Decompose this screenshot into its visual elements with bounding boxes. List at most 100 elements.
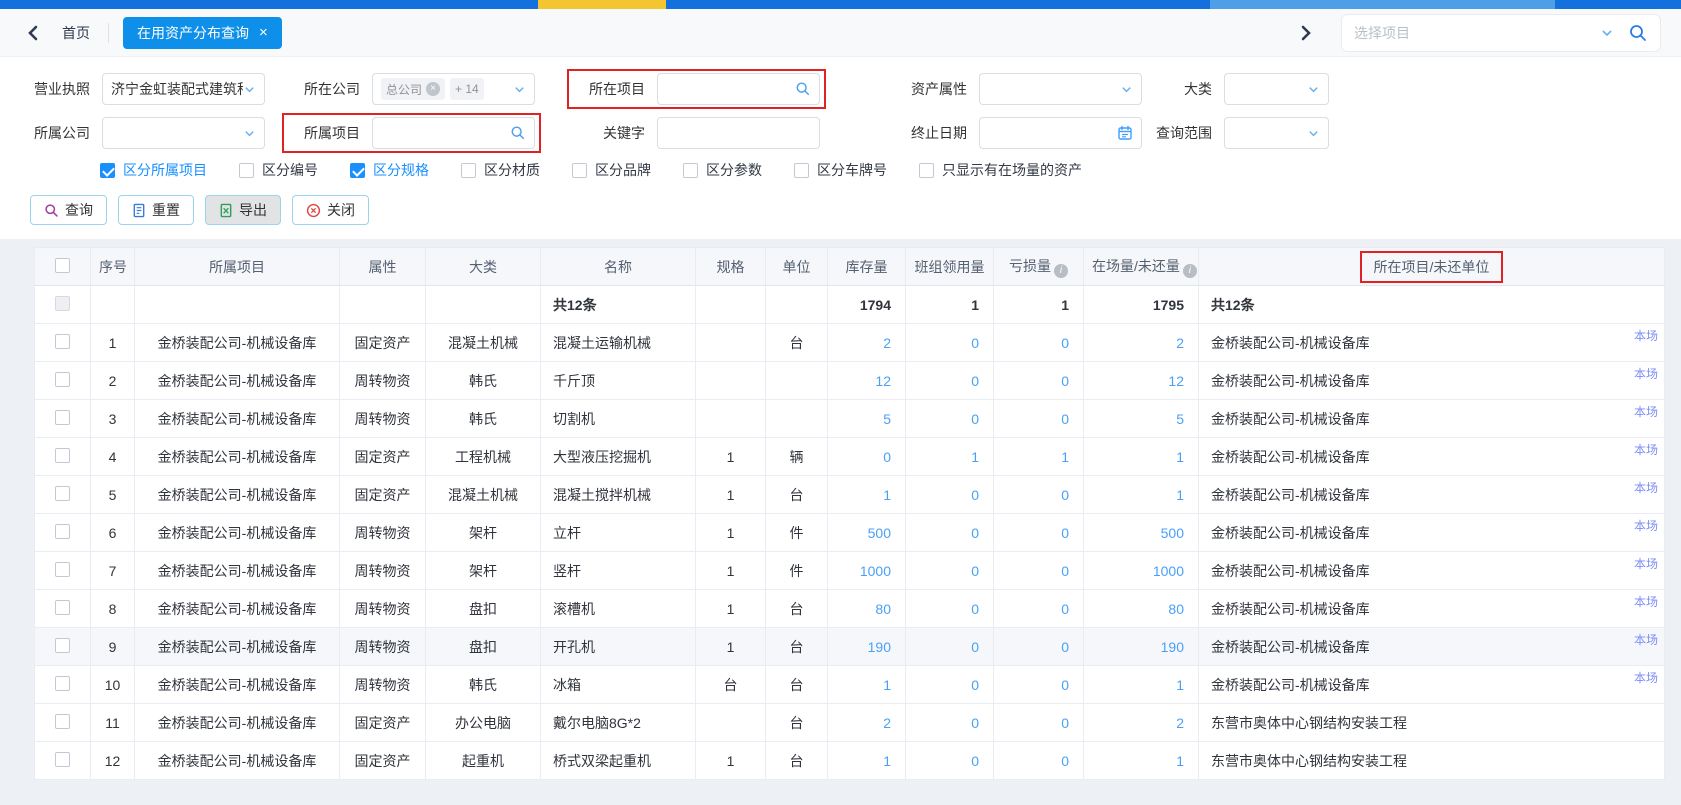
cell-team-usage[interactable]: 0	[906, 362, 994, 400]
cell-team-usage[interactable]: 0	[906, 666, 994, 704]
major-category-select[interactable]	[1224, 73, 1329, 105]
cell-onsite[interactable]: 1	[1084, 666, 1199, 704]
keyword-field[interactable]	[657, 117, 820, 149]
reset-button[interactable]: 重置	[118, 195, 194, 225]
search-icon[interactable]	[795, 81, 811, 97]
cell-loss[interactable]: 0	[994, 400, 1084, 438]
cell-onsite[interactable]: 2	[1084, 704, 1199, 742]
cell-team-usage[interactable]: 0	[906, 400, 994, 438]
owning-project-input[interactable]	[381, 125, 510, 141]
cell-onsite[interactable]: 500	[1084, 514, 1199, 552]
cell-stock[interactable]: 1	[828, 666, 906, 704]
cell-onsite[interactable]: 5	[1084, 400, 1199, 438]
checkbox-box-icon[interactable]	[350, 163, 365, 178]
cell-team-usage[interactable]: 0	[906, 742, 994, 780]
cell-onsite[interactable]: 2	[1084, 324, 1199, 362]
row-checkbox[interactable]	[55, 638, 70, 653]
site-link[interactable]: 本场	[1634, 479, 1658, 496]
cell-stock[interactable]: 1	[828, 742, 906, 780]
current-project-input[interactable]	[666, 81, 795, 97]
cell-loss[interactable]: 0	[994, 476, 1084, 514]
tab-close-icon[interactable]: ×	[259, 25, 268, 40]
cell-stock[interactable]: 2	[828, 324, 906, 362]
site-link[interactable]: 本场	[1634, 365, 1658, 382]
query-button[interactable]: 查询	[30, 195, 107, 225]
cell-onsite[interactable]: 1000	[1084, 552, 1199, 590]
asset-attribute-select[interactable]	[979, 73, 1142, 105]
checkbox-box-icon[interactable]	[683, 163, 698, 178]
checkbox-box-icon[interactable]	[572, 163, 587, 178]
filter-checkbox[interactable]: 区分材质	[461, 160, 540, 180]
filter-checkbox[interactable]: 区分编号	[239, 160, 318, 180]
current-project-search[interactable]	[657, 73, 820, 105]
cell-stock[interactable]: 500	[828, 514, 906, 552]
calendar-icon[interactable]	[1117, 125, 1133, 141]
row-checkbox[interactable]	[55, 600, 70, 615]
cell-onsite[interactable]: 12	[1084, 362, 1199, 400]
business-license-select[interactable]: 济宁金虹装配式建筑科技	[102, 73, 265, 105]
row-checkbox[interactable]	[55, 524, 70, 539]
filter-checkbox[interactable]: 区分参数	[683, 160, 762, 180]
cell-team-usage[interactable]: 0	[906, 552, 994, 590]
row-checkbox[interactable]	[55, 410, 70, 425]
cell-loss[interactable]: 0	[994, 552, 1084, 590]
cell-stock[interactable]: 80	[828, 590, 906, 628]
cell-stock[interactable]: 1	[828, 476, 906, 514]
cell-team-usage[interactable]: 0	[906, 514, 994, 552]
checkbox-box-icon[interactable]	[100, 163, 115, 178]
tag-remove-icon[interactable]: ×	[426, 82, 440, 96]
cell-loss[interactable]: 0	[994, 590, 1084, 628]
site-link[interactable]: 本场	[1634, 631, 1658, 648]
filter-checkbox[interactable]: 区分所属项目	[100, 160, 207, 180]
site-link[interactable]: 本场	[1634, 555, 1658, 572]
export-button[interactable]: 导出	[205, 195, 281, 225]
cell-team-usage[interactable]: 1	[906, 438, 994, 476]
cell-onsite[interactable]: 1	[1084, 438, 1199, 476]
site-link[interactable]: 本场	[1634, 441, 1658, 458]
keyword-input[interactable]	[666, 125, 811, 141]
row-checkbox[interactable]	[55, 486, 70, 501]
row-checkbox[interactable]	[55, 334, 70, 349]
cell-loss[interactable]: 1	[994, 438, 1084, 476]
info-icon[interactable]: i	[1054, 264, 1068, 278]
cell-loss[interactable]: 0	[994, 742, 1084, 780]
checkbox-box-icon[interactable]	[794, 163, 809, 178]
close-button[interactable]: 关闭	[292, 195, 369, 225]
cell-onsite[interactable]: 80	[1084, 590, 1199, 628]
chevron-down-icon[interactable]	[1600, 26, 1614, 40]
checkbox-box-icon[interactable]	[461, 163, 476, 178]
end-date-input[interactable]	[988, 125, 1117, 141]
filter-checkbox[interactable]: 区分规格	[350, 160, 429, 180]
cell-loss[interactable]: 0	[994, 324, 1084, 362]
cell-stock[interactable]: 1000	[828, 552, 906, 590]
cell-stock[interactable]: 2	[828, 704, 906, 742]
cell-loss[interactable]: 0	[994, 704, 1084, 742]
site-link[interactable]: 本场	[1634, 669, 1658, 686]
site-link[interactable]: 本场	[1634, 593, 1658, 610]
info-icon[interactable]: i	[1183, 264, 1197, 278]
cell-stock[interactable]: 190	[828, 628, 906, 666]
checkbox-box-icon[interactable]	[239, 163, 254, 178]
end-date-field[interactable]	[979, 117, 1142, 149]
cell-team-usage[interactable]: 0	[906, 628, 994, 666]
row-checkbox[interactable]	[55, 448, 70, 463]
forward-chevron-icon[interactable]	[1293, 20, 1319, 46]
cell-team-usage[interactable]: 0	[906, 704, 994, 742]
checkbox-box-icon[interactable]	[919, 163, 934, 178]
row-checkbox[interactable]	[55, 676, 70, 691]
row-checkbox[interactable]	[55, 752, 70, 767]
cell-team-usage[interactable]: 0	[906, 590, 994, 628]
cell-team-usage[interactable]: 0	[906, 476, 994, 514]
filter-checkbox[interactable]: 只显示有在场量的资产	[919, 160, 1082, 180]
owning-project-search[interactable]	[372, 117, 535, 149]
owning-company-select[interactable]	[102, 117, 265, 149]
cell-loss[interactable]: 0	[994, 628, 1084, 666]
tab-active[interactable]: 在用资产分布查询 ×	[123, 17, 282, 49]
filter-checkbox[interactable]: 区分品牌	[572, 160, 651, 180]
row-checkbox[interactable]	[55, 562, 70, 577]
cell-onsite[interactable]: 1	[1084, 476, 1199, 514]
cell-stock[interactable]: 0	[828, 438, 906, 476]
site-link[interactable]: 本场	[1634, 327, 1658, 344]
back-chevron-icon[interactable]	[20, 20, 46, 46]
site-link[interactable]: 本场	[1634, 517, 1658, 534]
